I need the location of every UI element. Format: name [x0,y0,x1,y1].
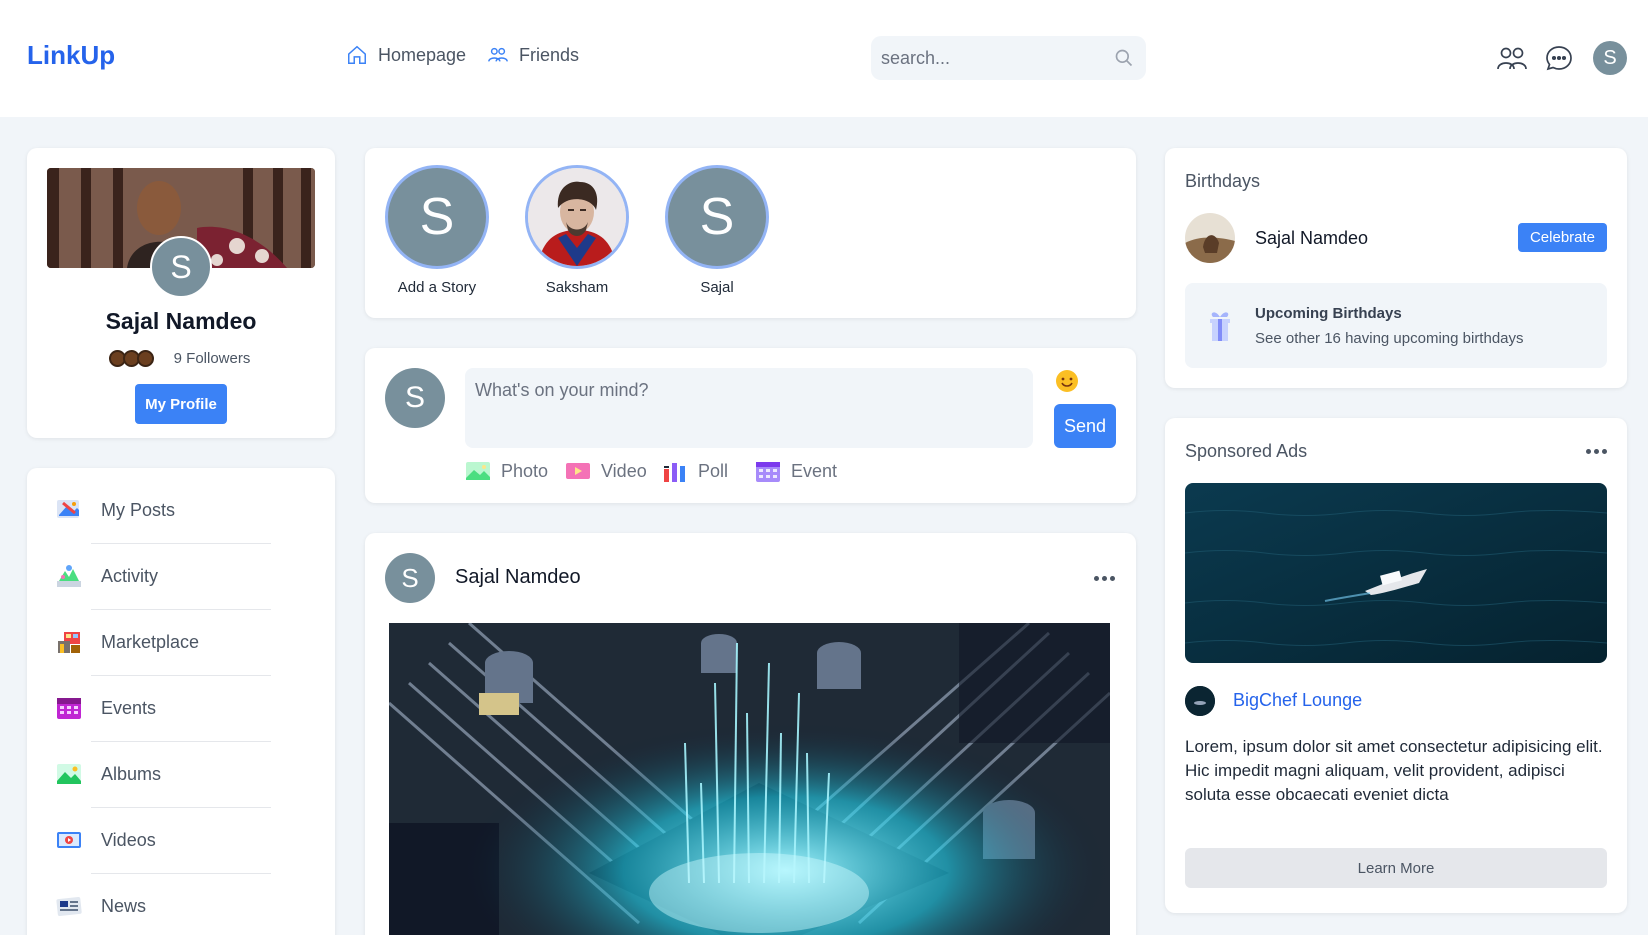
birthdays-title: Birthdays [1185,171,1261,191]
profile-card: S Sajal Namdeo 9 Followers My Profile [27,148,335,438]
home-icon [348,45,366,64]
nav-homepage[interactable]: Homepage [346,44,466,66]
search-icon[interactable] [1114,48,1134,68]
sidebar-item-activity[interactable]: Activity [55,563,158,589]
app-logo[interactable]: LinkUp [27,40,115,71]
birthdays-card: Birthdays Sajal Namdeo Celebrate Upcomin… [1165,148,1627,388]
sidebar-item-label: Albums [101,763,162,784]
sponsored-ads-title: Sponsored Ads [1185,441,1308,461]
emoji-icon[interactable] [1054,368,1080,394]
sidebar-item-label: Activity [101,565,159,586]
brand-logo[interactable] [1185,686,1215,716]
attach-label: Photo [501,460,549,481]
search-input[interactable] [881,47,1111,69]
user-avatar[interactable]: S [1593,41,1627,75]
celebrate-button[interactable]: Celebrate [1518,223,1607,252]
sidebar-item-events[interactable]: Events [55,695,156,721]
top-navbar: LinkUp Homepage Friends S [0,0,1648,117]
post-author-name[interactable]: Sajal Namdeo [455,566,581,589]
story-saksham[interactable]: Saksham [522,165,632,296]
nav-friends[interactable]: Friends [487,44,579,66]
activity-icon [57,565,81,587]
brand-name-link[interactable]: BigChef Lounge [1233,690,1362,711]
upcoming-birthdays-text: See other 16 having upcoming birthdays [1255,330,1524,347]
send-button[interactable]: Send [1054,404,1116,448]
ad-description: Lorem, ipsum dolor sit amet consectetur … [1185,737,1603,804]
divider [91,543,271,544]
divider [91,741,271,742]
attach-video[interactable]: Video [565,459,647,483]
videos-icon [57,832,81,848]
nav-homepage-label: Homepage [378,44,467,65]
story-sajal[interactable]: S Sajal [662,165,772,296]
divider [91,873,271,874]
sidebar-item-videos[interactable]: Videos [55,827,156,853]
story-label: Sajal [700,279,734,296]
ad-options-icon[interactable] [1586,449,1607,454]
marketplace-icon [58,632,80,653]
post-options-icon[interactable] [1094,576,1115,581]
birthday-user-name: Sajal Namdeo [1255,228,1369,248]
sponsored-ads-card: Sponsored Ads BigChef Lounge Lorem, ipsu… [1165,418,1627,913]
sidebar-item-marketplace[interactable]: Marketplace [55,629,199,655]
sidebar-item-label: News [101,895,147,916]
messages-icon[interactable] [1545,44,1573,72]
sidebar-item-label: Marketplace [101,631,200,652]
poll-icon [664,463,685,482]
attach-label: Event [791,460,838,481]
upcoming-birthdays-panel[interactable]: Upcoming Birthdays See other 16 having u… [1185,283,1607,368]
gift-icon [1210,312,1230,341]
post-composer: S Send Photo Video Poll Event [365,348,1136,503]
post-author-avatar[interactable]: S [385,553,435,603]
attach-label: Poll [698,460,729,481]
composer-avatar: S [385,368,445,428]
attach-event[interactable]: Event [755,459,837,483]
followers-row[interactable]: 9 Followers [27,350,335,367]
nav-friends-label: Friends [519,44,580,65]
post-card: S Sajal Namdeo [365,533,1136,935]
search-bar [871,36,1146,80]
video-icon [566,463,590,479]
divider [91,675,271,676]
story-label: Saksham [545,279,609,296]
divider [91,807,271,808]
ad-image[interactable] [1185,483,1607,663]
story-label: Add a Story [397,279,477,296]
photo-icon [466,462,490,480]
divider [91,609,271,610]
news-icon [56,896,82,917]
followers-count: 9 Followers [173,350,251,367]
sidebar-item-label: My Posts [101,499,176,520]
events-icon [57,698,81,719]
learn-more-button[interactable]: Learn More [1185,848,1607,888]
event-icon [756,462,780,482]
story-avatar [525,165,629,269]
my-profile-button[interactable]: My Profile [135,384,227,424]
friends-icon [488,47,508,62]
sidebar-item-news[interactable]: News [55,893,146,919]
sidebar-item-my-posts[interactable]: My Posts [55,497,175,523]
attach-poll[interactable]: Poll [662,459,728,483]
albums-icon [57,764,81,784]
stories-bar: S Add a Story Saksham S Sajal [365,148,1136,318]
sidebar-item-label: Videos [101,829,156,850]
attach-label: Video [601,460,647,481]
story-avatar: S [665,165,769,269]
birthday-user-avatar[interactable] [1185,213,1235,263]
friends-icon[interactable] [1496,44,1528,72]
sidebar-menu: My Posts Activity Marketplace Events Alb… [27,468,335,935]
story-avatar: S [385,165,489,269]
follower-avatars [108,350,154,367]
story-add[interactable]: S Add a Story [382,165,492,296]
profile-avatar[interactable]: S [150,236,212,298]
sidebar-item-label: Events [101,697,157,718]
sidebar-item-albums[interactable]: Albums [55,761,161,787]
post-text-input[interactable] [465,368,1033,448]
profile-name: Sajal Namdeo [105,308,257,334]
post-image[interactable] [389,623,1110,935]
attach-photo[interactable]: Photo [465,459,548,483]
my-posts-icon [57,500,79,518]
upcoming-birthdays-title: Upcoming Birthdays [1255,305,1402,322]
